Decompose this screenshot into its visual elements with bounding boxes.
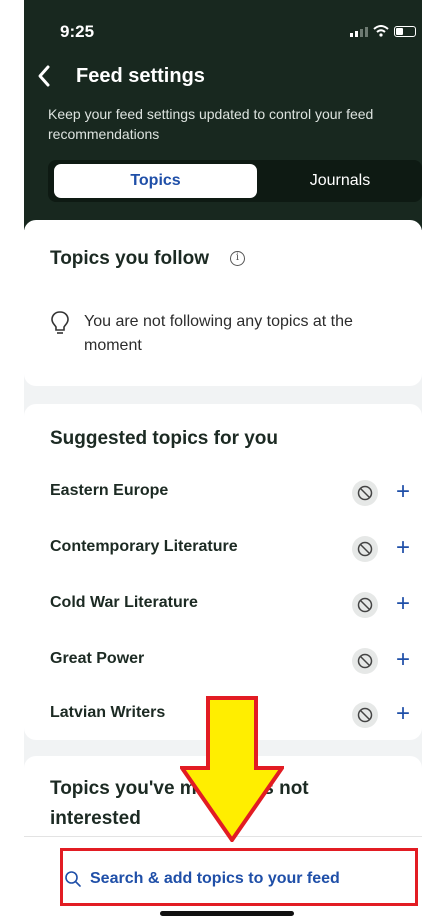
chevron-left-icon[interactable] bbox=[36, 64, 52, 92]
annotation-highlight-box bbox=[60, 848, 418, 906]
suggested-card: Suggested topics for you Eastern Europe … bbox=[24, 404, 422, 740]
following-card: Topics you follow i You are not followin… bbox=[24, 220, 422, 386]
info-icon[interactable]: i bbox=[230, 251, 245, 266]
plus-icon[interactable]: + bbox=[390, 535, 416, 561]
annotation-arrow-icon bbox=[180, 696, 284, 842]
tab-switcher: Topics Journals bbox=[48, 160, 422, 202]
home-indicator bbox=[160, 911, 294, 916]
plus-icon[interactable]: + bbox=[390, 479, 416, 505]
screenshot-margin-right bbox=[422, 0, 426, 916]
block-icon[interactable] bbox=[352, 648, 378, 674]
page-title: Feed settings bbox=[76, 65, 205, 87]
empty-message: You are not following any topics at the … bbox=[84, 313, 353, 354]
topic-label: Latvian Writers bbox=[50, 704, 166, 721]
following-heading: Topics you follow bbox=[50, 248, 210, 269]
page-subtitle: Keep your feed settings updated to contr… bbox=[48, 106, 374, 142]
plus-icon[interactable]: + bbox=[390, 647, 416, 673]
block-icon[interactable] bbox=[352, 592, 378, 618]
topic-label: Great Power bbox=[50, 650, 145, 667]
tab-journals[interactable]: Journals bbox=[260, 164, 420, 198]
block-icon[interactable] bbox=[352, 480, 378, 506]
suggested-heading: Suggested topics for you bbox=[50, 428, 279, 449]
header-panel: 9:25 Feed settings Keep your feed settin… bbox=[24, 0, 422, 230]
signal-icon bbox=[350, 27, 368, 37]
topic-row: Great Power + bbox=[24, 634, 422, 690]
topic-label: Contemporary Literature bbox=[50, 538, 238, 555]
topic-row: Eastern Europe + bbox=[24, 466, 422, 522]
block-icon[interactable] bbox=[352, 702, 378, 728]
status-icons bbox=[350, 25, 416, 37]
tab-topics[interactable]: Topics bbox=[54, 164, 257, 198]
status-time: 9:25 bbox=[60, 22, 95, 41]
topic-row: Cold War Literature + bbox=[24, 578, 422, 634]
topic-row: Contemporary Literature + bbox=[24, 522, 422, 578]
battery-icon bbox=[394, 26, 416, 37]
empty-state: You are not following any topics at the … bbox=[50, 310, 394, 358]
plus-icon[interactable]: + bbox=[390, 701, 416, 727]
block-icon[interactable] bbox=[352, 536, 378, 562]
topic-label: Eastern Europe bbox=[50, 482, 169, 499]
wifi-icon bbox=[373, 25, 389, 37]
topic-label: Cold War Literature bbox=[50, 594, 198, 611]
screenshot-margin-left bbox=[0, 0, 24, 916]
plus-icon[interactable]: + bbox=[390, 591, 416, 617]
lightbulb-icon bbox=[51, 311, 69, 334]
